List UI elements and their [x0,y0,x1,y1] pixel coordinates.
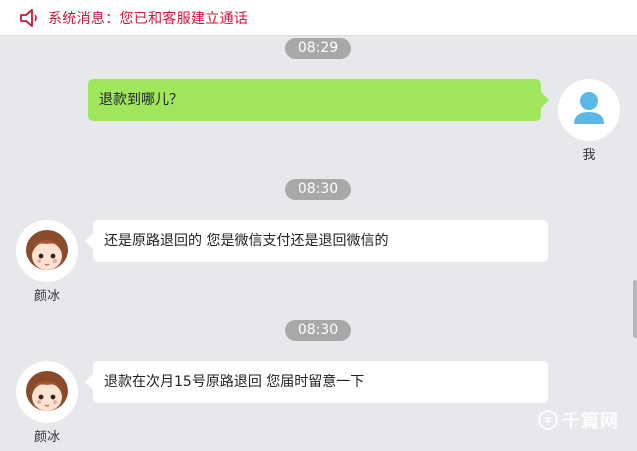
message-text: 退款到哪儿？ [99,92,183,108]
message-bubble-mine: 退款到哪儿？ [88,79,549,121]
agent-avatar[interactable] [16,361,78,423]
sender-name: 颜冰 [33,289,60,304]
timestamp: 08:30 [285,320,351,341]
sender-name: 我 [582,148,596,163]
watermark: 千篇网 [538,407,619,433]
message-text: 还是原路退回的 您是微信支付还是退回微信的 [104,233,389,249]
system-notice-bar: 系统消息：您已和客服建立通话 [0,0,637,36]
sender-name: 颜冰 [33,430,60,445]
speaker-icon [18,7,44,29]
cartoon-girl-icon [26,371,68,411]
my-avatar[interactable] [558,79,620,141]
message-bubble-agent: 退款在次月15号原路退回 您届时留意一下 [85,361,548,403]
message-bubble-agent: 还是原路退回的 您是微信支付还是退回微信的 [85,220,548,262]
timestamp: 08:30 [285,179,351,200]
system-notice-text: 系统消息：您已和客服建立通话 [48,10,249,27]
scrollbar-thumb[interactable] [633,280,637,338]
timestamp: 08:29 [285,38,351,59]
agent-avatar[interactable] [16,220,78,282]
message-text: 退款在次月15号原路退回 您届时留意一下 [104,374,365,390]
cartoon-girl-icon [26,230,68,270]
watermark-logo-icon [538,410,558,430]
user-icon [574,92,604,124]
watermark-text: 千篇网 [562,411,619,432]
